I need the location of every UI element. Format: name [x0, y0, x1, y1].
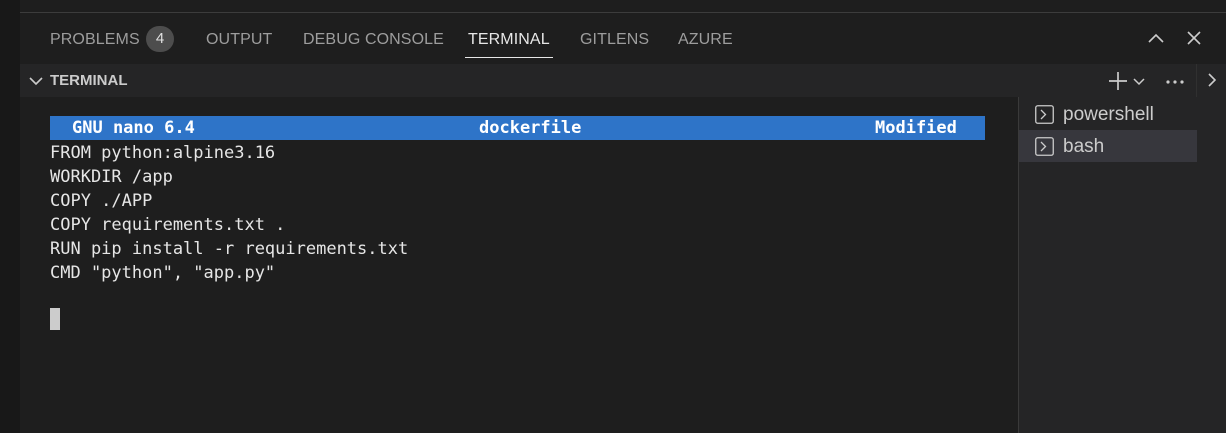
plus-icon: [1109, 72, 1127, 90]
code-line: FROM python:alpine3.16: [50, 143, 276, 163]
code-line: COPY requirements.txt .: [50, 215, 286, 235]
close-panel-button[interactable]: [1183, 27, 1205, 49]
terminal-viewport[interactable]: GNU nano 6.4 dockerfile Modified FROM py…: [20, 97, 1018, 433]
left-editor-gutter: [0, 0, 20, 433]
terminal-icon: [1035, 137, 1054, 156]
terminal-tabs-list: powershell bash: [1018, 97, 1197, 433]
code-line: RUN pip install -r requirements.txt: [50, 239, 409, 259]
tab-terminal[interactable]: TERMINAL: [465, 13, 553, 64]
text-cursor: [50, 308, 60, 330]
ellipsis-icon: [1166, 80, 1184, 84]
terminal-item-label: powershell: [1063, 104, 1154, 125]
terminal-item-powershell[interactable]: powershell: [1019, 98, 1197, 130]
close-icon: [1187, 31, 1201, 45]
file-content[interactable]: FROM python:alpine3.16 WORKDIR /app COPY…: [50, 141, 408, 285]
new-terminal-button[interactable]: [1107, 70, 1129, 92]
chevron-down-icon[interactable]: [28, 73, 44, 89]
terminal-item-label: bash: [1063, 136, 1105, 157]
code-line: COPY ./APP: [50, 191, 153, 211]
terminal-item-bash[interactable]: bash: [1019, 130, 1197, 162]
nano-modified-status: Modified: [875, 118, 957, 138]
code-line: WORKDIR /app: [50, 167, 173, 187]
terminal-profile-dropdown[interactable]: [1132, 70, 1146, 92]
section-title: TERMINAL: [50, 72, 128, 89]
nano-title-bar: GNU nano 6.4 dockerfile Modified: [50, 116, 985, 140]
problems-count-badge: 4: [146, 26, 174, 52]
panel-tab-bar: PROBLEMS 4 OUTPUT DEBUG CONSOLE TERMINAL…: [20, 13, 1226, 64]
code-line: CMD "python", "app.py": [50, 263, 276, 283]
chevron-down-icon: [1133, 78, 1145, 86]
tab-azure[interactable]: AZURE: [678, 13, 733, 64]
chevron-right-icon[interactable]: [1205, 71, 1219, 89]
tab-gitlens[interactable]: GITLENS: [580, 13, 649, 64]
vscode-panel: PROBLEMS 4 OUTPUT DEBUG CONSOLE TERMINAL…: [0, 0, 1226, 433]
terminal-section-header[interactable]: TERMINAL: [20, 64, 1196, 97]
nano-filename: dockerfile: [479, 118, 582, 138]
maximize-panel-button[interactable]: [1145, 27, 1167, 49]
terminal-icon: [1035, 105, 1054, 124]
secondary-sidebar-edge: [1196, 64, 1226, 433]
tab-debug-console[interactable]: DEBUG CONSOLE: [303, 13, 444, 64]
tab-problems[interactable]: PROBLEMS: [50, 13, 140, 64]
chevron-up-icon: [1148, 33, 1164, 43]
tab-output[interactable]: OUTPUT: [206, 13, 272, 64]
editor-bottom-edge: [20, 0, 1226, 13]
more-actions-button[interactable]: [1164, 70, 1186, 92]
nano-version: GNU nano 6.4: [72, 118, 195, 138]
